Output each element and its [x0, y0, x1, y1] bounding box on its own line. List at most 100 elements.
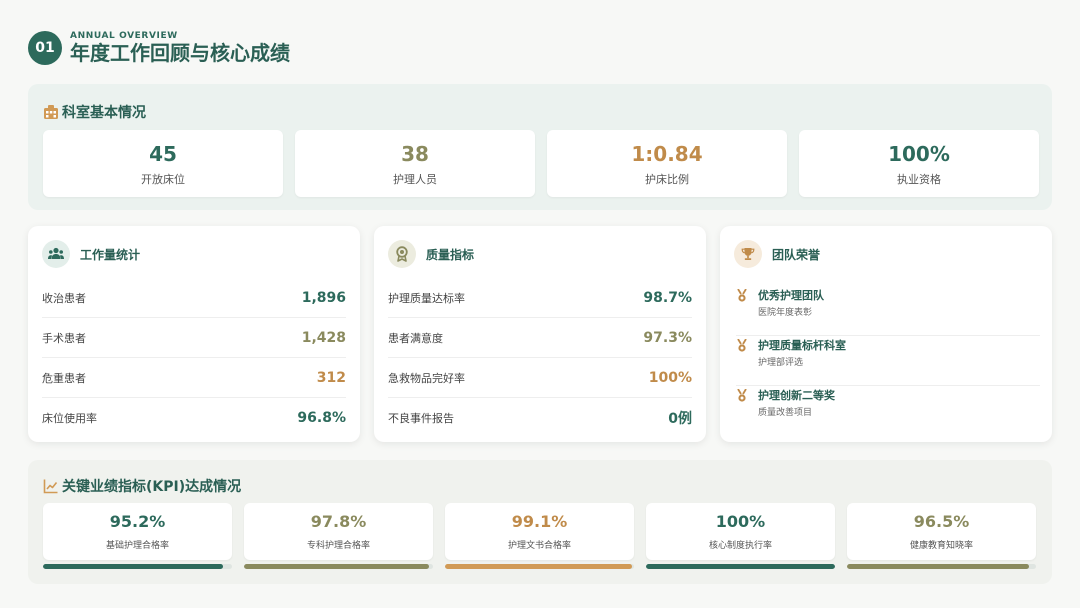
stat-card-license: 100% 执业资格 [799, 130, 1039, 197]
kpi-label: 专科护理合格率 [306, 541, 370, 551]
quality-card-title: 质量指标 [426, 247, 475, 262]
stat-label: 护床比例 [645, 172, 689, 186]
kpi-value: 100% [715, 512, 766, 531]
metric-label: 手术患者 [42, 331, 86, 345]
quality-card-header: 质量指标 [388, 240, 474, 268]
honor-card-header: 团队荣誉 [734, 240, 820, 268]
stat-card-nurses: 38 护理人员 [295, 130, 535, 197]
kpi-box: 97.8% 专科护理合格率 [244, 503, 433, 560]
metric-label: 床位使用率 [42, 412, 97, 425]
honor-item: 护理创新二等奖 质量改善项目 [736, 386, 1040, 436]
trophy-icon [734, 240, 762, 268]
header-text: ANNUAL OVERVIEW 年度工作回顾与核心成绩 [70, 31, 290, 65]
kpi-panel: 关键业绩指标(KPI)达成情况 95.2% 基础护理合格率 97.8% 专科护理… [28, 460, 1052, 584]
kpi-progress-track [847, 564, 1036, 569]
metric-value: 312 [316, 369, 346, 386]
honor-card-title: 团队荣誉 [772, 247, 821, 262]
stat-label: 开放床位 [141, 172, 185, 186]
stat-value: 100% [888, 141, 950, 166]
metric-value: 98.7% [643, 289, 692, 306]
metric-row: 危重患者 312 [42, 358, 346, 398]
kpi-label: 护理文书合格率 [507, 541, 571, 551]
metric-value: 1,896 [301, 289, 346, 306]
kpi-label: 健康教育知晓率 [909, 541, 973, 551]
honor-card: 团队荣誉 优秀护理团队 医院年度表彰 护理质量标杆科室 护理部评选 护理创新二等… [720, 226, 1052, 442]
stat-label: 护理人员 [393, 172, 437, 186]
kpi-value: 99.1% [511, 512, 568, 531]
workload-card: 工作量统计 收治患者 1,896 手术患者 1,428 危重患者 312 床位使… [28, 226, 360, 442]
kpi-box: 95.2% 基础护理合格率 [43, 503, 232, 560]
department-basics-panel: 科室基本情况 45 开放床位 38 护理人员 1:0.84 护床比例 100% … [28, 84, 1052, 210]
section-number-badge: 01 [28, 31, 62, 65]
medal-icon [737, 289, 747, 302]
kpi-title-text: 关键业绩指标(KPI)达成情况 [62, 479, 242, 495]
workload-metric-list: 收治患者 1,896 手术患者 1,428 危重患者 312 床位使用率 96.… [42, 278, 346, 438]
metric-row: 急救物品完好率 100% [388, 358, 692, 398]
kpi-progress-track [244, 564, 433, 569]
kpi-progress-track [43, 564, 232, 569]
kpi-progress-fill [646, 564, 835, 569]
chart-line-icon [43, 479, 58, 494]
honor-list: 优秀护理团队 医院年度表彰 护理质量标杆科室 护理部评选 护理创新二等奖 质量改… [736, 286, 1040, 436]
metric-label: 急救物品完好率 [388, 371, 465, 385]
people-icon [42, 240, 70, 268]
honor-desc: 护理部评选 [758, 358, 804, 368]
kpi-title: 关键业绩指标(KPI)达成情况 [43, 476, 241, 496]
kpi-progress-fill [847, 564, 1030, 569]
workload-card-header: 工作量统计 [42, 240, 140, 268]
honor-desc: 质量改善项目 [758, 408, 813, 418]
kpi-progress-fill [244, 564, 429, 569]
metric-label: 不良事件报告 [388, 412, 454, 425]
metric-label: 危重患者 [42, 371, 86, 385]
metric-value: 100% [648, 369, 692, 386]
metric-row: 患者满意度 97.3% [388, 318, 692, 358]
kpi-progress-fill [445, 564, 633, 569]
kpi-card-basic-care: 95.2% 基础护理合格率 [43, 503, 232, 569]
honor-item: 护理质量标杆科室 护理部评选 [736, 336, 1040, 386]
kpi-progress-fill [43, 564, 223, 569]
honor-text: 护理创新二等奖 质量改善项目 [758, 389, 835, 418]
metric-label: 患者满意度 [388, 331, 443, 345]
kpi-label: 核心制度执行率 [708, 541, 772, 551]
kpi-box: 100% 核心制度执行率 [646, 503, 835, 560]
workload-card-title: 工作量统计 [80, 247, 141, 262]
metric-value: 0例 [668, 411, 692, 427]
medal-icon [737, 389, 747, 402]
stat-value: 1:0.84 [631, 141, 703, 166]
metric-label: 护理质量达标率 [388, 291, 465, 305]
kpi-progress-track [445, 564, 634, 569]
quality-card: 质量指标 护理质量达标率 98.7% 患者满意度 97.3% 急救物品完好率 1… [374, 226, 706, 442]
metric-value: 96.8% [297, 410, 346, 426]
kpi-card-documentation: 99.1% 护理文书合格率 [445, 503, 634, 569]
stat-label: 执业资格 [897, 172, 941, 186]
honor-desc: 医院年度表彰 [758, 308, 813, 318]
metric-row: 不良事件报告 0例 [388, 398, 692, 438]
kpi-card-specialty-care: 97.8% 专科护理合格率 [244, 503, 433, 569]
kpi-label: 基础护理合格率 [105, 541, 169, 551]
medal-icon [737, 339, 747, 352]
kpi-box: 99.1% 护理文书合格率 [445, 503, 634, 560]
honor-item: 优秀护理团队 医院年度表彰 [736, 286, 1040, 336]
honor-text: 优秀护理团队 医院年度表彰 [758, 289, 824, 318]
award-icon [388, 240, 416, 268]
department-basics-title: 科室基本情况 [43, 102, 146, 122]
metric-row: 护理质量达标率 98.7% [388, 278, 692, 318]
department-basics-title-text: 科室基本情况 [62, 105, 146, 121]
stat-card-nurse-bed-ratio: 1:0.84 护床比例 [547, 130, 787, 197]
section-subtitle: ANNUAL OVERVIEW [70, 31, 178, 41]
kpi-value: 96.5% [913, 512, 970, 531]
metric-row: 手术患者 1,428 [42, 318, 346, 358]
metric-value: 1,428 [301, 329, 346, 346]
kpi-value: 97.8% [310, 512, 367, 531]
kpi-box: 96.5% 健康教育知晓率 [847, 503, 1036, 560]
hospital-icon [44, 105, 58, 119]
section-header: 01 ANNUAL OVERVIEW 年度工作回顾与核心成绩 [28, 31, 290, 65]
page-title: 年度工作回顾与核心成绩 [70, 41, 290, 65]
basic-stats-row: 45 开放床位 38 护理人员 1:0.84 护床比例 100% 执业资格 [43, 130, 1039, 197]
stat-value: 38 [401, 141, 429, 166]
metric-row: 收治患者 1,896 [42, 278, 346, 318]
kpi-progress-track [646, 564, 835, 569]
quality-metric-list: 护理质量达标率 98.7% 患者满意度 97.3% 急救物品完好率 100% 不… [388, 278, 692, 438]
honor-name: 护理质量标杆科室 [758, 339, 846, 352]
kpi-card-health-education: 96.5% 健康教育知晓率 [847, 503, 1036, 569]
